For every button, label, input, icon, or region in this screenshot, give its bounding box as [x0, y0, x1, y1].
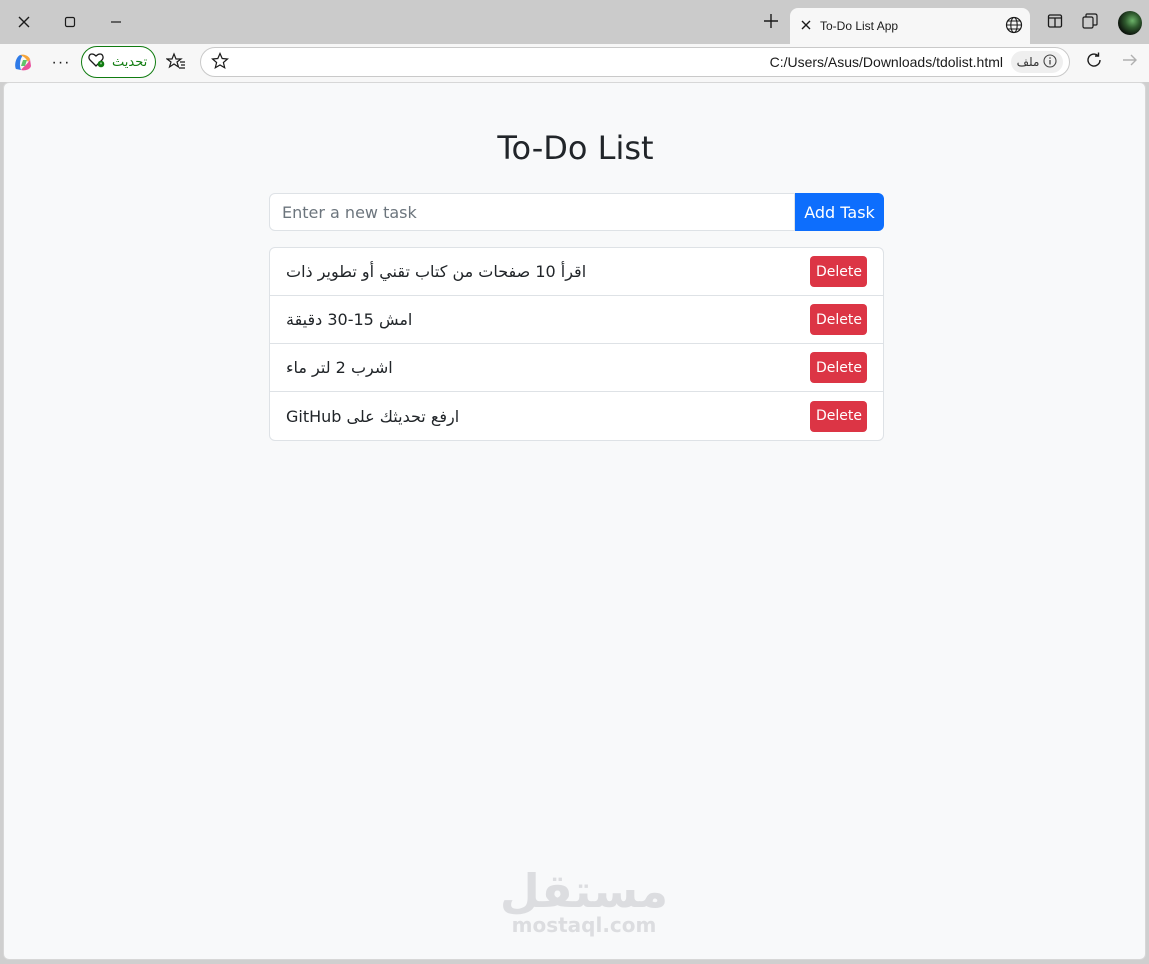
- delete-task-button[interactable]: Delete: [810, 400, 867, 432]
- favorites-icon: [165, 51, 186, 75]
- globe-icon: [1002, 13, 1026, 37]
- forward-arrow-icon: [1121, 51, 1139, 74]
- watermark-arabic: مستقل: [499, 864, 669, 918]
- browser-tab-active[interactable]: To-Do List App: [790, 8, 1030, 44]
- delete-task-button[interactable]: Delete: [810, 256, 867, 287]
- site-info-button[interactable]: ملف: [1011, 51, 1063, 73]
- add-task-button[interactable]: Add Task: [795, 193, 884, 231]
- task-text: اشرب 2 لتر ماء: [286, 358, 393, 377]
- delete-task-button[interactable]: Delete: [810, 352, 867, 383]
- task-list: اقرأ 10 صفحات من كتاب تقني أو تطوير ذات …: [269, 247, 884, 441]
- watermark-logo: مستقل mostaql.com: [484, 868, 684, 936]
- tab-title: To-Do List App: [820, 19, 899, 33]
- forward-button[interactable]: [1118, 50, 1142, 74]
- address-bar[interactable]: C:/Users/Asus/Downloads/tdolist.html ملف: [200, 47, 1070, 77]
- task-item: ارفع تحديثك على GitHub Delete: [270, 392, 883, 440]
- delete-task-button[interactable]: Delete: [810, 304, 867, 335]
- update-heart-icon: [88, 52, 106, 73]
- address-url[interactable]: C:/Users/Asus/Downloads/tdolist.html: [770, 54, 1003, 70]
- copilot-icon[interactable]: [11, 51, 35, 75]
- task-item: امش 15-30 دقيقة Delete: [270, 296, 883, 344]
- close-window-button[interactable]: [7, 6, 41, 38]
- minimize-icon: [110, 16, 122, 28]
- favorites-button[interactable]: [164, 51, 188, 75]
- split-screen-button[interactable]: [1042, 10, 1068, 36]
- task-form: Add Task: [269, 193, 884, 231]
- task-text: ارفع تحديثك على GitHub: [286, 406, 460, 426]
- task-item: اشرب 2 لتر ماء Delete: [270, 344, 883, 392]
- update-button[interactable]: تحديث: [81, 46, 156, 78]
- maximize-icon: [64, 16, 76, 28]
- task-input[interactable]: [269, 193, 795, 231]
- close-icon: [801, 17, 811, 35]
- close-icon: [17, 15, 31, 29]
- watermark-latin: mostaql.com: [511, 913, 657, 937]
- more-options-button[interactable]: ···: [48, 51, 74, 75]
- add-favorite-button[interactable]: [209, 51, 231, 75]
- tab-close-button[interactable]: [792, 12, 820, 40]
- plus-icon: [763, 13, 779, 34]
- profile-avatar[interactable]: [1118, 11, 1142, 35]
- minimize-window-button[interactable]: [99, 6, 133, 38]
- collections-icon: [1081, 12, 1099, 35]
- reload-button[interactable]: [1082, 50, 1106, 74]
- task-text: امش 15-30 دقيقة: [286, 310, 413, 329]
- page-title: To-Do List: [497, 129, 654, 167]
- new-tab-button[interactable]: [756, 8, 786, 38]
- info-icon: [1043, 53, 1057, 71]
- file-chip-label: ملف: [1016, 55, 1040, 69]
- more-icon: ···: [51, 54, 71, 71]
- maximize-window-button[interactable]: [53, 6, 87, 38]
- browser-titlebar: To-Do List App: [0, 0, 1149, 44]
- split-screen-icon: [1047, 13, 1063, 34]
- reload-icon: [1085, 51, 1103, 74]
- star-icon: [211, 51, 229, 75]
- task-text: اقرأ 10 صفحات من كتاب تقني أو تطوير ذات: [286, 262, 587, 281]
- update-label: تحديث: [112, 54, 148, 69]
- task-item: اقرأ 10 صفحات من كتاب تقني أو تطوير ذات …: [270, 248, 883, 296]
- collections-button[interactable]: [1077, 10, 1103, 36]
- browser-toolbar: ··· تحديث C:/Users/Asus/Downloads/tdolis…: [0, 44, 1149, 82]
- page-viewport: To-Do List Add Task اقرأ 10 صفحات من كتا…: [3, 82, 1146, 960]
